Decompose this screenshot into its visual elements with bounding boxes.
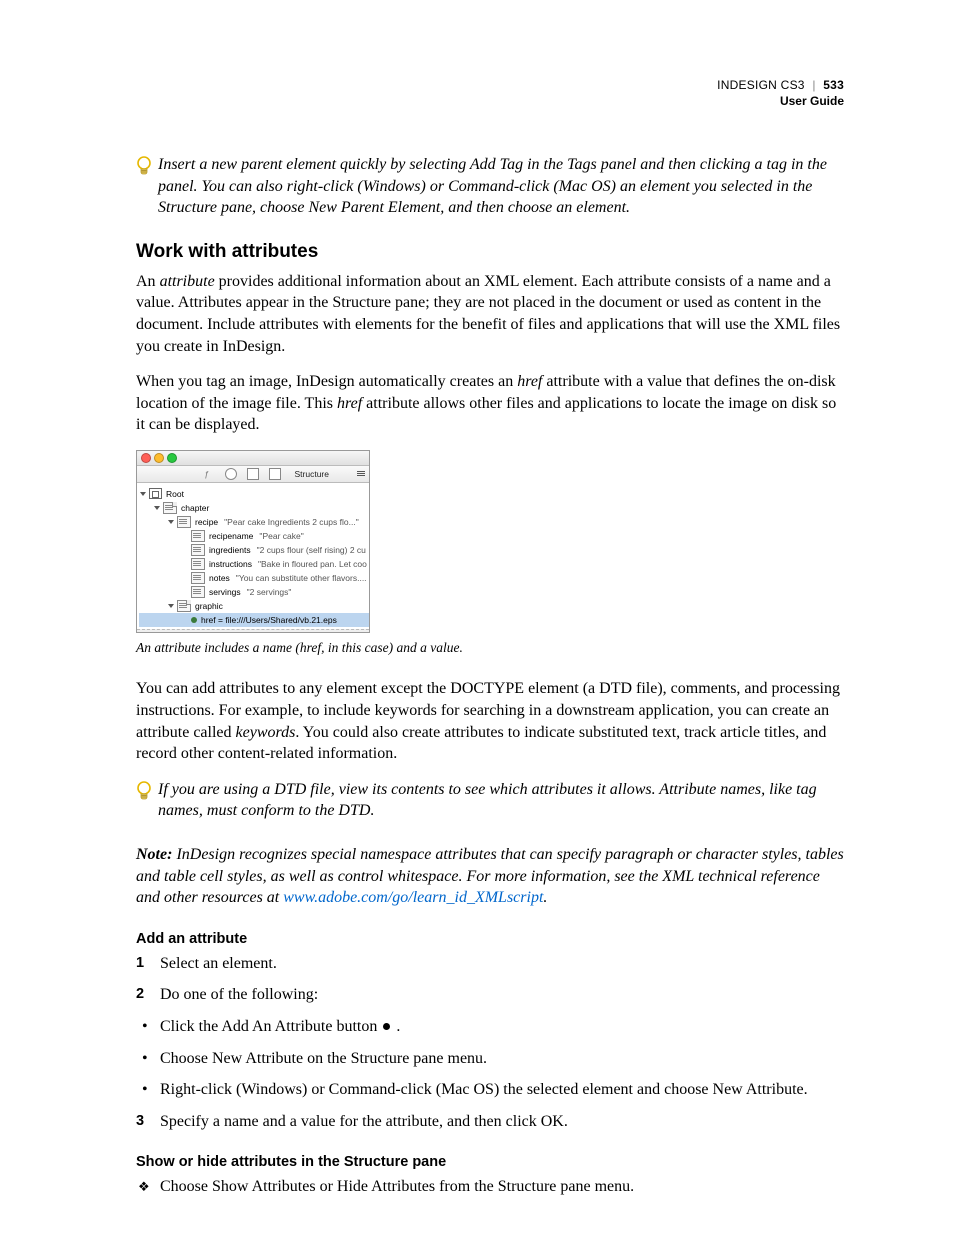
option-item: Click the Add An Attribute button . [136, 1016, 844, 1038]
figure-caption: An attribute includes a name (href, in t… [136, 639, 844, 657]
panel-label: Structure [295, 469, 330, 479]
doc-title: User Guide [717, 94, 844, 110]
attribute-icon [191, 617, 197, 623]
page-content: Insert a new parent element quickly by s… [136, 154, 844, 1198]
tip-text: If you are using a DTD file, view its co… [158, 779, 844, 822]
disclosure-icon [154, 506, 160, 510]
disclosure-icon [168, 520, 174, 524]
window-titlebar [137, 451, 369, 466]
paragraph: When you tag an image, InDesign automati… [136, 371, 844, 436]
element-icon [191, 558, 205, 570]
panel-menu-icon [355, 471, 365, 476]
option-item: Right-click (Windows) or Command-click (… [136, 1079, 844, 1101]
toolbar-icon [225, 468, 237, 480]
subsection-heading: Add an attribute [136, 931, 844, 947]
xml-script-link[interactable]: www.adobe.com/go/learn_id_XMLscript [283, 889, 543, 906]
zoom-icon [167, 453, 177, 463]
step-item: 1Select an element. [136, 953, 844, 975]
options-list: Click the Add An Attribute button . Choo… [136, 1016, 844, 1101]
action-item: Choose Show Attributes or Hide Attribute… [136, 1176, 844, 1198]
page-number: 533 [823, 78, 844, 92]
disclosure-icon [140, 492, 146, 496]
disclosure-icon [168, 604, 174, 608]
page-header: INDESIGN CS3 | 533 User Guide [717, 78, 844, 109]
element-icon [177, 600, 191, 612]
lightbulb-icon [136, 781, 156, 808]
steps-list-cont: 3Specify a name and a value for the attr… [136, 1111, 844, 1133]
selected-attribute-row: href = file:///Users/Shared/vb.21.eps [139, 613, 369, 627]
tip-text: Insert a new parent element quickly by s… [158, 154, 844, 219]
add-attribute-icon [383, 1023, 390, 1030]
element-icon [191, 572, 205, 584]
figure-structure-pane: ƒ Structure Root chapter recipe"Pear cak… [136, 450, 370, 633]
product-name: INDESIGN CS3 [717, 78, 805, 92]
term-attribute: attribute [160, 273, 215, 290]
paragraph: You can add attributes to any element ex… [136, 678, 844, 764]
panel-toolbar: ƒ Structure [137, 466, 369, 483]
root-icon [149, 488, 162, 499]
header-separator: | [808, 78, 819, 92]
action-list: Choose Show Attributes or Hide Attribute… [136, 1176, 844, 1198]
step-item: 3Specify a name and a value for the attr… [136, 1111, 844, 1133]
toolbar-icon [247, 468, 259, 480]
xml-tree: Root chapter recipe"Pear cake Ingredient… [137, 483, 369, 629]
close-icon [141, 453, 151, 463]
note-label: Note: [136, 846, 172, 863]
option-item: Choose New Attribute on the Structure pa… [136, 1048, 844, 1070]
minimize-icon [154, 453, 164, 463]
toolbar-icon: ƒ [205, 469, 215, 479]
tip-block: Insert a new parent element quickly by s… [136, 154, 844, 219]
element-icon [191, 586, 205, 598]
toolbar-icon [269, 468, 281, 480]
element-icon [163, 502, 177, 514]
step-item: 2Do one of the following: [136, 984, 844, 1006]
element-icon [191, 544, 205, 556]
paragraph: An attribute provides additional informa… [136, 271, 844, 357]
subsection-heading: Show or hide attributes in the Structure… [136, 1154, 844, 1170]
element-icon [191, 530, 205, 542]
tip-block: If you are using a DTD file, view its co… [136, 779, 844, 822]
note-paragraph: Note: InDesign recognizes special namesp… [136, 844, 844, 909]
element-icon [177, 516, 191, 528]
lightbulb-icon [136, 156, 156, 183]
section-heading: Work with attributes [136, 241, 844, 263]
steps-list: 1Select an element. 2Do one of the follo… [136, 953, 844, 1006]
